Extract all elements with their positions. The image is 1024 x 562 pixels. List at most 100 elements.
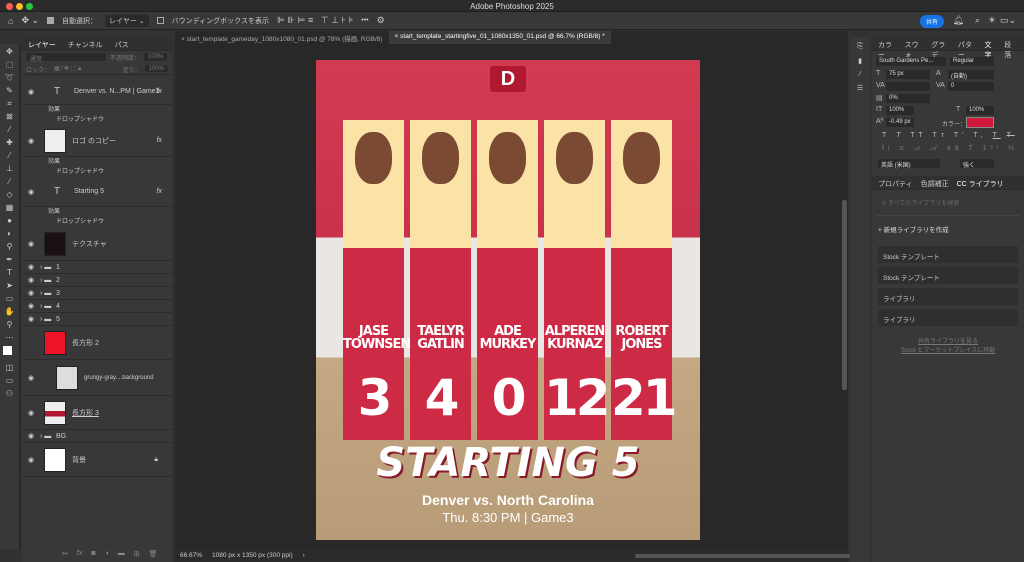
horizontal-scale-field[interactable]: 100% xyxy=(966,106,994,115)
folder-icon[interactable]: › ▬ xyxy=(40,277,56,284)
crop-tool-icon[interactable]: ⌗ xyxy=(7,99,12,109)
auto-select-dropdown[interactable]: レイヤー ⌄ xyxy=(105,14,149,27)
move-tool-icon[interactable]: ✥ xyxy=(6,47,13,57)
pen-icon[interactable]: ✒ xyxy=(6,255,13,265)
trash-icon[interactable]: 🗑︎ xyxy=(149,550,158,558)
library-item[interactable]: ライブラリ xyxy=(878,309,1018,326)
tab-document-gameday[interactable]: × start_template_gameday_1080x1080_01.ps… xyxy=(175,31,389,44)
create-library-button[interactable]: + 新規ライブラリを作成 xyxy=(872,216,1024,242)
rectangle-icon[interactable]: ▭ xyxy=(6,294,14,304)
tab-paths[interactable]: パス xyxy=(115,40,129,49)
marquee-tool-icon[interactable]: ⬚ xyxy=(6,60,14,70)
dodge-icon[interactable]: ◐ xyxy=(7,229,12,239)
layer-row[interactable]: ◉ テクスチャ xyxy=(22,227,172,261)
tab-channels[interactable]: チャンネル xyxy=(68,40,103,49)
layer-group-row[interactable]: ◉ › ▬ 4 xyxy=(22,300,172,313)
zoom-icon[interactable]: ⚲ xyxy=(7,320,13,330)
layer-row[interactable]: ◉ 背景 🔒︎ xyxy=(22,443,172,477)
folder-icon[interactable]: › ▬ xyxy=(40,264,56,271)
home-icon[interactable]: ⌂ xyxy=(8,16,13,26)
folder-icon[interactable]: › ▬ xyxy=(40,433,56,440)
fx-icon[interactable]: fx xyxy=(157,88,162,95)
baseline-field[interactable]: -0.49 px xyxy=(886,118,914,127)
text-color-swatch[interactable] xyxy=(966,117,994,128)
quick-select-icon[interactable]: ✎ xyxy=(6,86,13,96)
tab-document-startingfive[interactable]: × start_template_startingfive_01_1080x13… xyxy=(388,31,611,44)
fx-icon[interactable]: fx xyxy=(157,137,162,144)
eye-icon[interactable]: ◉ xyxy=(22,432,40,440)
mask-icon[interactable]: ◙ xyxy=(91,550,95,558)
library-item[interactable]: Stock テンプレート xyxy=(878,267,1018,284)
history-icon[interactable]: ⎘ xyxy=(857,43,863,51)
horizontal-scrollbar[interactable] xyxy=(635,554,855,558)
hand-icon[interactable]: ✋ xyxy=(5,307,15,317)
library-item[interactable]: ライブラリ xyxy=(878,288,1018,305)
workspace-icon[interactable]: ▭⌄ xyxy=(1000,15,1016,26)
tab-character[interactable]: 文字 xyxy=(985,40,999,59)
eye-icon[interactable]: ◉ xyxy=(22,315,40,323)
document-canvas[interactable]: D JASE TOWNSEND 3 TAELYR GATLIN 4 ADE MURKE… xyxy=(316,60,700,540)
quick-mask-icon[interactable]: ◫ xyxy=(6,363,14,373)
comment-icon[interactable]: ▮ xyxy=(858,57,862,65)
eye-icon[interactable]: ◉ xyxy=(22,137,40,145)
frame-tool-icon[interactable]: ⊠ xyxy=(6,112,13,122)
vertical-scrollbar[interactable] xyxy=(842,200,847,390)
type-tool-icon[interactable]: T xyxy=(7,268,12,278)
zoom-dodge-icon[interactable]: ⚲ xyxy=(7,242,13,252)
eraser-icon[interactable]: ◇ xyxy=(6,190,12,200)
language-dropdown[interactable]: 英語 (米国) xyxy=(878,159,940,169)
library-item[interactable]: Stock テンプレート xyxy=(878,246,1018,263)
opacity-field[interactable]: 100% xyxy=(144,53,168,61)
share-icon[interactable]: ⚇ xyxy=(6,389,13,399)
search-icon[interactable]: ⌕ xyxy=(975,15,980,26)
new-layer-icon[interactable]: ⊞ xyxy=(134,550,140,558)
eye-icon[interactable]: ◉ xyxy=(22,240,40,248)
adjustment-icon[interactable]: ◑ xyxy=(105,550,109,558)
layer-group-row[interactable]: ◉ › ▬ 1 xyxy=(22,261,172,274)
type-style-buttons[interactable]: T T TT Tт T' T, T T xyxy=(882,132,1015,139)
bbox-checkbox[interactable] xyxy=(156,17,164,24)
tsume-field[interactable]: 0% xyxy=(886,94,930,103)
brush-icon[interactable]: ⁄ xyxy=(9,151,10,161)
tracking-field[interactable]: 0 xyxy=(948,82,994,91)
zoom-level[interactable]: 66.67% xyxy=(180,552,202,559)
vertical-scale-field[interactable]: 100% xyxy=(886,106,914,115)
layer-row[interactable]: ◉ grungy-gray....background xyxy=(22,360,172,396)
adjust-icon[interactable]: ☰ xyxy=(857,84,863,92)
eye-icon[interactable]: ◉ xyxy=(22,263,40,271)
lightbulb-icon[interactable]: ☀ xyxy=(988,15,996,26)
healing-icon[interactable]: ✚ xyxy=(6,138,13,148)
eye-icon[interactable]: ◉ xyxy=(22,88,40,96)
tab-gradients[interactable]: グラデ xyxy=(931,40,952,59)
eye-icon[interactable]: ◉ xyxy=(22,374,40,382)
bell-icon[interactable]: 🔔︎ xyxy=(953,15,964,26)
shared-libraries-link[interactable]: 共有ライブラリを見る xyxy=(872,338,1024,347)
tab-cc-libraries[interactable]: CC ライブラリ xyxy=(957,179,1004,188)
align-icons[interactable]: ⊫ ⊪ ⊨ ≡ ⊤ ⊥ ⊦ ⊧ xyxy=(277,15,353,26)
color-swatches-icon[interactable] xyxy=(2,346,17,360)
eye-icon[interactable]: ◉ xyxy=(22,188,40,196)
antialias-dropdown[interactable]: 強く xyxy=(960,159,994,169)
eyedropper-icon[interactable]: ⁄ xyxy=(9,125,10,135)
tab-color[interactable]: カラー xyxy=(878,40,899,59)
new-group-icon[interactable]: ▬ xyxy=(118,550,125,558)
tab-paragraph[interactable]: 段落 xyxy=(1004,40,1018,59)
blur-icon[interactable]: ● xyxy=(7,216,12,226)
folder-icon[interactable]: › ▬ xyxy=(40,303,56,310)
gear-icon[interactable]: ⚙ xyxy=(377,15,385,26)
layer-row[interactable]: ◉ ロゴ のコピー fx xyxy=(22,125,172,157)
fx-button-icon[interactable]: fx xyxy=(77,550,82,558)
eye-icon[interactable]: ◉ xyxy=(22,456,40,464)
path-select-icon[interactable]: ➤ xyxy=(6,281,13,291)
brush-settings-icon[interactable]: ⁄ xyxy=(859,71,860,78)
tab-layers[interactable]: レイヤー xyxy=(28,40,56,49)
gradient-icon[interactable]: ▦ xyxy=(6,203,14,213)
layer-row[interactable]: ◉ T Denver vs. N...PM | Game3 fx xyxy=(22,79,172,105)
layer-group-row[interactable]: ◉ › ▬ 3 xyxy=(22,287,172,300)
tab-patterns[interactable]: パター xyxy=(958,40,979,59)
folder-icon[interactable]: › ▬ xyxy=(40,316,56,323)
lock-icons[interactable]: ▦ ⁄ ✥ ⬚ 🔒︎ xyxy=(54,65,81,72)
leading-field[interactable]: (自動) xyxy=(948,70,994,80)
layer-row[interactable]: 長方形 2 xyxy=(22,326,172,360)
move-tool-icon[interactable]: ✥ ⌄ xyxy=(21,15,39,26)
